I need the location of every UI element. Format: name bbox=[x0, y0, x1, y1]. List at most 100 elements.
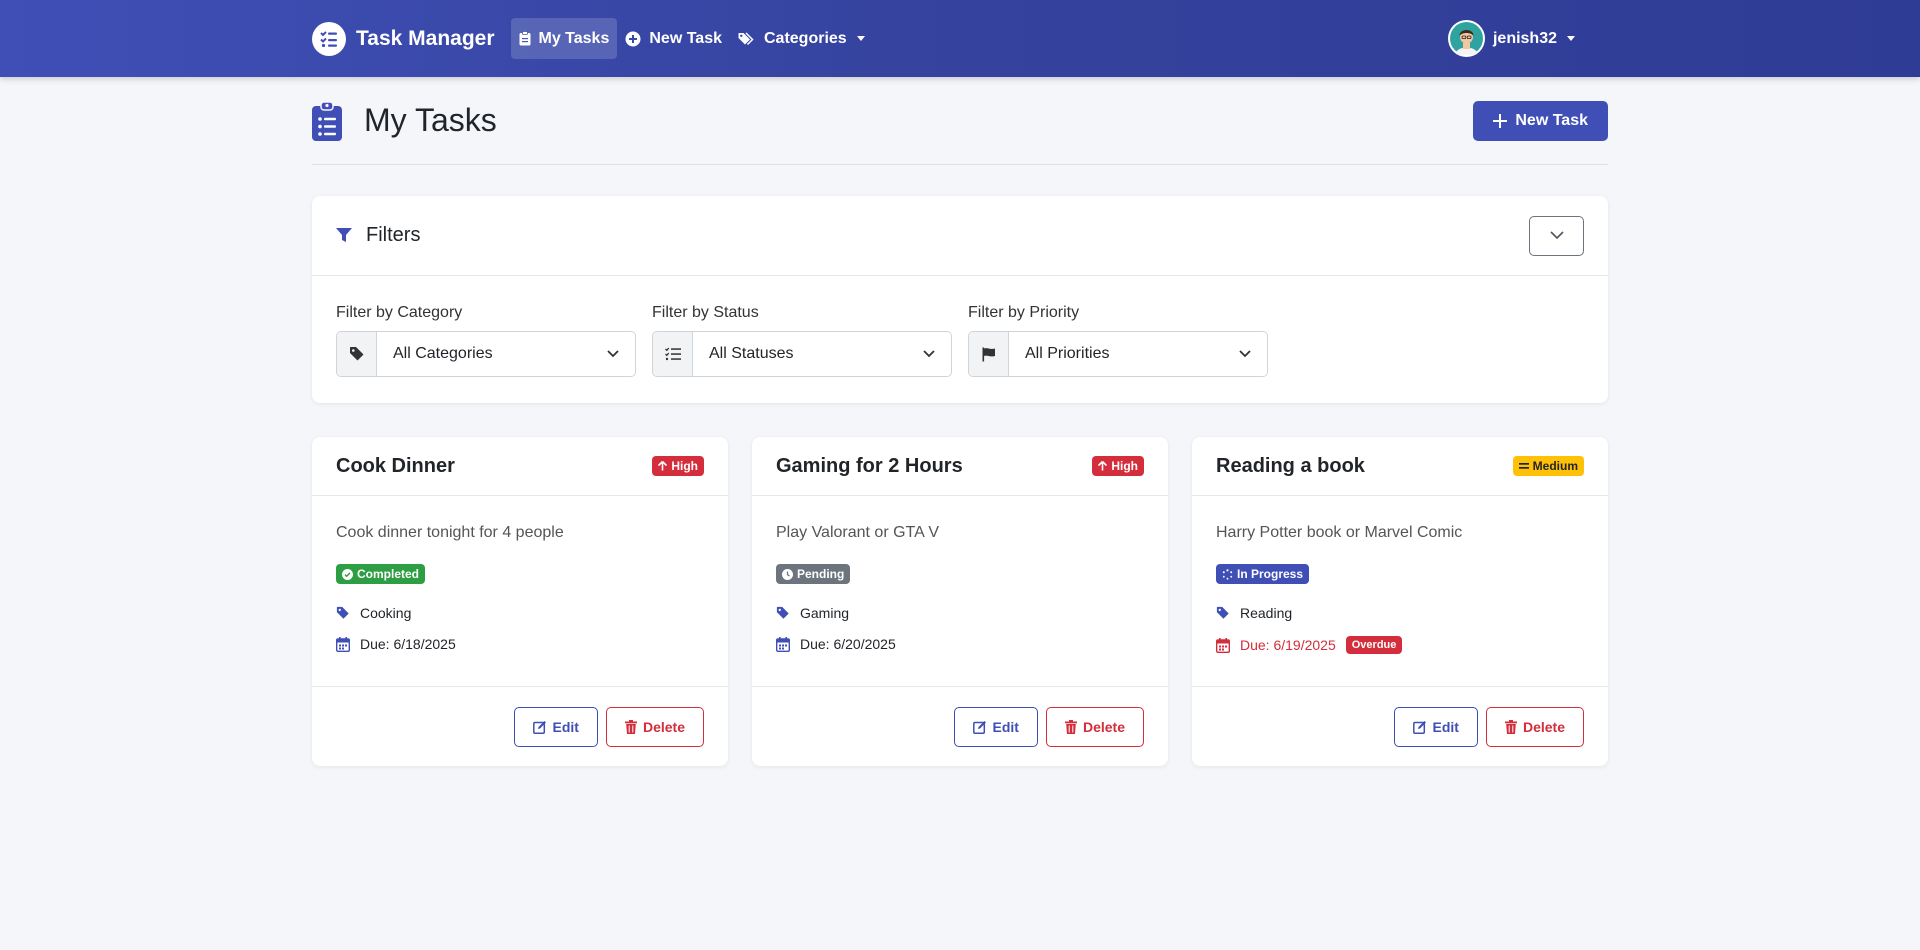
filter-category: Filter by Category All Categories bbox=[336, 304, 636, 377]
priority-select-value: All Priorities bbox=[1025, 345, 1110, 362]
filter-status-input-group: All Statuses bbox=[652, 331, 952, 377]
priority-badge: High bbox=[652, 456, 704, 476]
task-due-date: Due: 6/19/2025 bbox=[1240, 637, 1336, 653]
status-badge: Completed bbox=[336, 564, 426, 584]
nav-new-task[interactable]: New Task bbox=[617, 18, 730, 59]
trash-icon bbox=[1504, 719, 1517, 734]
delete-button-label: Delete bbox=[1082, 718, 1125, 735]
status-badge: In Progress bbox=[1216, 564, 1310, 584]
nav-my-tasks[interactable]: My Tasks bbox=[510, 18, 618, 59]
task-category-label: Gaming bbox=[800, 605, 850, 621]
plus-icon bbox=[1493, 113, 1508, 128]
page-header: My Tasks New Task bbox=[312, 77, 1608, 165]
delete-button-label: Delete bbox=[1522, 718, 1565, 735]
task-title: Cook Dinner bbox=[336, 454, 455, 477]
status-label: Completed bbox=[357, 567, 420, 581]
task-card: Gaming for 2 Hours High Play Valorant or… bbox=[752, 437, 1168, 766]
delete-button[interactable]: Delete bbox=[605, 706, 704, 747]
filter-priority-input-group: All Priorities bbox=[968, 331, 1268, 377]
calendar-icon bbox=[336, 636, 350, 652]
delete-button[interactable]: Delete bbox=[1485, 706, 1584, 747]
edit-button[interactable]: Edit bbox=[953, 706, 1038, 747]
tag-icon bbox=[1216, 606, 1229, 619]
avatar bbox=[1447, 20, 1485, 57]
filter-status-label: Filter by Status bbox=[652, 304, 759, 321]
filters-panel: Filters Filter by Category All Categorie… bbox=[312, 196, 1608, 403]
task-description: Play Valorant or GTA V bbox=[776, 524, 940, 541]
task-list-logo-icon bbox=[312, 21, 346, 56]
nav-categories-label: Categories bbox=[763, 29, 847, 47]
flag-icon bbox=[969, 332, 1009, 376]
caret-down-icon bbox=[856, 36, 865, 41]
list-check-icon bbox=[653, 332, 693, 376]
task-actions: Edit Delete bbox=[752, 686, 1168, 766]
plus-circle-icon bbox=[625, 31, 641, 46]
filter-priority: Filter by Priority All Priorities bbox=[968, 304, 1268, 377]
brand[interactable]: Task Manager bbox=[312, 21, 495, 56]
task-category-label: Reading bbox=[1240, 605, 1293, 621]
task-title: Reading a book bbox=[1216, 454, 1365, 477]
trash-icon bbox=[1064, 719, 1077, 734]
task-status: Completed bbox=[336, 564, 704, 585]
delete-button[interactable]: Delete bbox=[1045, 706, 1144, 747]
clipboard-list-icon bbox=[312, 100, 342, 141]
priority-select[interactable]: All Priorities bbox=[1009, 332, 1267, 376]
nav-my-tasks-label: My Tasks bbox=[538, 29, 610, 47]
task-card: Cook Dinner High Cook dinner tonight for… bbox=[312, 437, 728, 766]
task-due-date: Due: 6/18/2025 bbox=[360, 636, 456, 652]
task-category: Cooking bbox=[336, 605, 704, 621]
spinner-icon bbox=[1222, 568, 1233, 580]
edit-button[interactable]: Edit bbox=[1393, 706, 1478, 747]
user-menu[interactable]: jenish32 bbox=[1447, 20, 1575, 57]
tags-icon bbox=[738, 31, 754, 45]
category-select[interactable]: All Categories bbox=[377, 332, 635, 376]
arrow-up-icon bbox=[1098, 461, 1108, 471]
task-body: Play Valorant or GTA V Pending Gaming Du… bbox=[752, 496, 1168, 652]
task-status: Pending bbox=[776, 564, 1144, 585]
task-description: Cook dinner tonight for 4 people bbox=[336, 524, 564, 541]
new-task-button-label: New Task bbox=[1515, 111, 1588, 129]
nav-categories[interactable]: Categories bbox=[730, 18, 873, 59]
edit-icon bbox=[972, 720, 986, 734]
tag-icon bbox=[336, 606, 349, 619]
status-label: In Progress bbox=[1237, 567, 1304, 581]
status-select-value: All Statuses bbox=[709, 345, 794, 362]
edit-button-label: Edit bbox=[552, 718, 579, 735]
arrow-up-icon bbox=[658, 461, 668, 471]
priority-label: High bbox=[1111, 459, 1138, 473]
filter-category-label: Filter by Category bbox=[336, 304, 463, 321]
chevron-down-icon bbox=[923, 350, 935, 358]
chevron-down-icon bbox=[607, 350, 619, 358]
calendar-icon bbox=[776, 636, 790, 652]
status-badge: Pending bbox=[776, 564, 851, 584]
task-header: Reading a book Medium bbox=[1192, 437, 1608, 496]
navbar: Task Manager My Tasks New Task Categorie… bbox=[0, 0, 1920, 77]
task-description: Harry Potter book or Marvel Comic bbox=[1216, 524, 1463, 541]
filters-header: Filters bbox=[312, 196, 1608, 276]
overdue-badge: Overdue bbox=[1345, 636, 1403, 654]
task-due-date: Due: 6/20/2025 bbox=[800, 636, 896, 652]
calendar-icon bbox=[1216, 637, 1230, 653]
filter-icon bbox=[336, 228, 352, 242]
check-circle-icon bbox=[342, 568, 353, 580]
filters-title: Filters bbox=[366, 224, 421, 246]
task-due: Due: 6/19/2025 Overdue bbox=[1216, 636, 1584, 654]
task-due: Due: 6/20/2025 bbox=[776, 636, 1144, 652]
task-category-label: Cooking bbox=[360, 605, 412, 621]
task-status: In Progress bbox=[1216, 564, 1584, 585]
task-body: Harry Potter book or Marvel Comic In Pro… bbox=[1192, 496, 1608, 654]
edit-icon bbox=[1412, 720, 1426, 734]
priority-badge: Medium bbox=[1512, 456, 1584, 476]
edit-button-label: Edit bbox=[1432, 718, 1459, 735]
filters-collapse-button[interactable] bbox=[1529, 215, 1584, 256]
status-select[interactable]: All Statuses bbox=[693, 332, 951, 376]
edit-button[interactable]: Edit bbox=[513, 706, 598, 747]
equals-icon bbox=[1518, 463, 1529, 469]
task-title: Gaming for 2 Hours bbox=[776, 454, 963, 477]
task-body: Cook dinner tonight for 4 people Complet… bbox=[312, 496, 728, 652]
task-actions: Edit Delete bbox=[1192, 686, 1608, 766]
task-header: Gaming for 2 Hours High bbox=[752, 437, 1168, 496]
new-task-button[interactable]: New Task bbox=[1473, 100, 1608, 141]
username: jenish32 bbox=[1492, 29, 1557, 47]
task-due: Due: 6/18/2025 bbox=[336, 636, 704, 652]
